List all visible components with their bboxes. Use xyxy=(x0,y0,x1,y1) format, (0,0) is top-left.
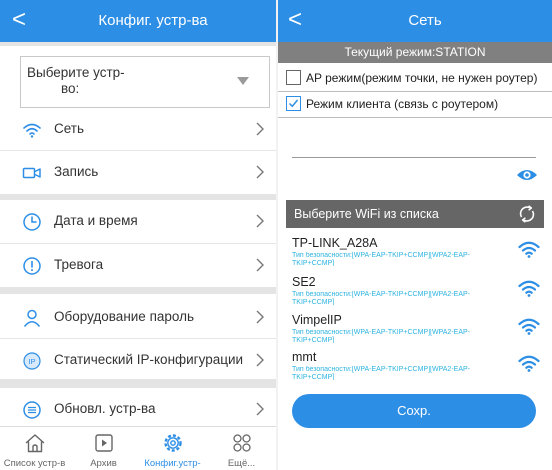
eye-icon[interactable] xyxy=(516,166,538,184)
wifi-signal-icon xyxy=(518,318,540,335)
checkmark-icon xyxy=(288,99,299,108)
wifi-network-name: mmt xyxy=(292,350,317,364)
chevron-right-icon xyxy=(256,214,264,228)
wifi-network-name: VimpelIP xyxy=(292,313,342,327)
menu-item-label: Сеть xyxy=(54,121,85,136)
wifi-list-header: Выберите WiFi из списка xyxy=(286,200,544,228)
menu-item-alarm[interactable]: Тревога xyxy=(0,244,276,286)
ap-mode-option[interactable]: AP режим(режим точки, не нужен роутер) xyxy=(278,66,552,92)
home-icon xyxy=(25,434,44,453)
gear-icon xyxy=(163,434,182,452)
tab-more[interactable]: Ещё... xyxy=(207,427,276,470)
back-arrow-icon[interactable]: < xyxy=(288,7,302,33)
section-divider xyxy=(0,42,276,46)
section-divider xyxy=(0,287,276,294)
header-bar: < Конфиг. устр-ва xyxy=(0,0,276,42)
tab-label: Ещё... xyxy=(227,458,256,469)
menu-item-device-password[interactable]: Оборудование пароль xyxy=(0,296,276,338)
chevron-right-icon xyxy=(256,258,264,272)
network-settings-screen: < Сеть Текущий режим:STATION AP режим(ре… xyxy=(278,0,552,470)
wifi-security-type: Тип безопасности:[WPA-EAP-TKIP+CCMP][WPA… xyxy=(292,366,470,380)
device-config-screen: < Конфиг. устр-ва Выберите устр- во: Сет… xyxy=(0,0,276,470)
wifi-signal-icon xyxy=(518,280,540,297)
wifi-security-type: Тип безопасности:[WPA-EAP-TKIP+CCMP][WPA… xyxy=(292,252,470,266)
wifi-list-title: Выберите WiFi из списка xyxy=(294,207,439,221)
chevron-right-icon xyxy=(256,165,264,179)
play-icon xyxy=(94,434,113,452)
current-mode-bar: Текущий режим:STATION xyxy=(278,42,552,63)
wifi-network-item[interactable]: SE2 Тип безопасности:[WPA-EAP-TKIP+CCMP]… xyxy=(286,271,544,308)
chevron-right-icon xyxy=(256,353,264,367)
wifi-password-input[interactable] xyxy=(292,120,536,158)
header-bar: < Сеть xyxy=(278,0,552,42)
menu-item-firmware-update[interactable]: Обновл. устр-ва xyxy=(0,388,276,430)
page-title: Сеть xyxy=(408,12,442,29)
wifi-network-item[interactable]: VimpelIP Тип безопасности:[WPA-EAP-TKIP+… xyxy=(286,309,544,346)
ap-mode-checkbox[interactable] xyxy=(286,70,301,85)
save-button[interactable]: Сохр. xyxy=(292,394,536,428)
wifi-security-type: Тип безопасности:[WPA-EAP-TKIP+CCMP][WPA… xyxy=(292,329,470,343)
more-grid-icon xyxy=(232,434,251,452)
device-select-label-line2: во: xyxy=(61,81,80,96)
wifi-security-type: Тип безопасности:[WPA-EAP-TKIP+CCMP][WPA… xyxy=(292,291,470,305)
menu-item-network[interactable]: Сеть xyxy=(0,108,276,150)
ip-icon: IP xyxy=(23,352,41,370)
client-mode-option[interactable]: Режим клиента (связь с роутером) xyxy=(278,92,552,118)
device-select[interactable]: Выберите устр- во: xyxy=(20,56,270,108)
refresh-icon[interactable] xyxy=(518,205,536,223)
client-mode-label: Режим клиента (связь с роутером) xyxy=(306,97,499,111)
client-mode-checkbox[interactable] xyxy=(286,96,301,111)
page-title: Конфиг. устр-ва xyxy=(98,12,208,29)
alarm-exclamation-icon xyxy=(23,257,41,275)
section-divider xyxy=(0,379,276,388)
dropdown-arrow-icon xyxy=(237,77,249,85)
menu-item-label: Статический IP-конфигурации xyxy=(54,352,244,367)
menu-item-label: Запись xyxy=(54,164,99,179)
wifi-signal-icon xyxy=(518,241,540,258)
wifi-network-name: TP-LINK_A28A xyxy=(292,236,378,250)
user-icon xyxy=(23,309,41,327)
ap-mode-label: AP режим(режим точки, не нужен роутер) xyxy=(306,71,538,85)
chevron-right-icon xyxy=(256,122,264,136)
menu-item-static-ip[interactable]: IP Статический IP-конфигурации xyxy=(0,339,276,381)
wifi-signal-icon xyxy=(518,355,540,372)
row-divider xyxy=(278,117,552,118)
menu-item-label: Обновл. устр-ва xyxy=(54,401,156,416)
wifi-icon xyxy=(23,123,41,138)
back-arrow-icon[interactable]: < xyxy=(12,7,26,33)
wifi-network-name: SE2 xyxy=(292,275,316,289)
menu-item-datetime[interactable]: Дата и время xyxy=(0,200,276,242)
video-camera-icon xyxy=(22,167,41,179)
clock-icon xyxy=(23,213,41,231)
update-list-icon xyxy=(23,401,41,419)
device-select-label-line1: Выберите устр- xyxy=(27,65,125,80)
menu-item-label: Дата и время xyxy=(54,213,138,228)
svg-text:IP: IP xyxy=(28,357,35,366)
menu-item-label: Оборудование пароль xyxy=(54,309,195,324)
wifi-network-item[interactable]: TP-LINK_A28A Тип безопасности:[WPA-EAP-T… xyxy=(286,232,544,269)
wifi-network-item[interactable]: mmt Тип безопасности:[WPA-EAP-TKIP+CCMP]… xyxy=(286,346,544,383)
menu-item-label: Тревога xyxy=(54,257,104,272)
menu-item-record[interactable]: Запись xyxy=(0,151,276,193)
chevron-right-icon xyxy=(256,310,264,324)
bottom-tab-bar: Список устр-в Архив Конфиг.устр- Ещё... xyxy=(0,426,276,470)
chevron-right-icon xyxy=(256,402,264,416)
